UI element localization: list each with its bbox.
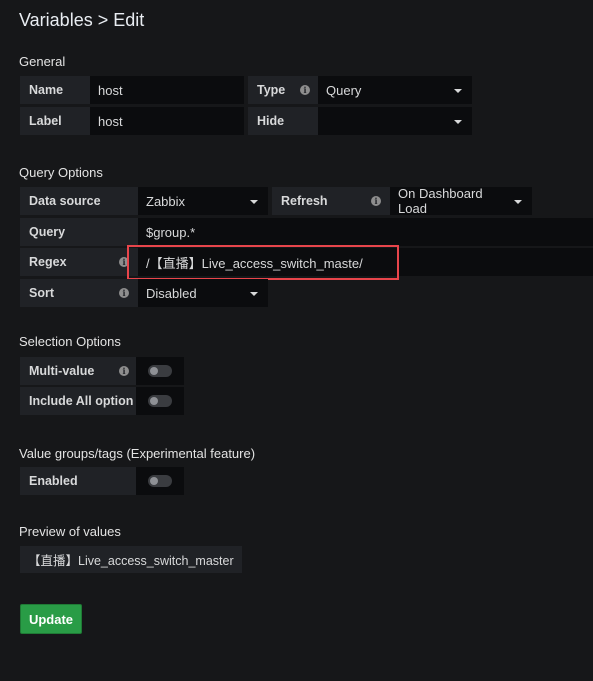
sort-label: Sort i (20, 279, 138, 307)
sort-label-text: Sort (29, 286, 54, 300)
enabled-toggle[interactable] (136, 467, 184, 495)
include-all-toggle[interactable] (136, 387, 184, 415)
section-heading-general: General (19, 54, 66, 69)
name-input[interactable]: host (90, 76, 244, 104)
section-heading-preview: Preview of values (19, 524, 121, 539)
datasource-select[interactable]: Zabbix (138, 187, 268, 215)
chevron-down-icon (250, 200, 258, 204)
multi-value-label-text: Multi-value (29, 364, 95, 378)
datasource-label: Data source (20, 187, 138, 215)
toggle-switch[interactable] (148, 365, 172, 377)
section-heading-selection-options: Selection Options (19, 334, 121, 349)
type-label-text: Type (257, 83, 286, 97)
refresh-label: Refresh i (272, 187, 390, 215)
toggle-switch[interactable] (148, 475, 172, 487)
hide-label: Hide (248, 107, 318, 135)
update-button[interactable]: Update (20, 604, 82, 634)
info-icon[interactable]: i (371, 196, 381, 206)
toggle-switch[interactable] (148, 395, 172, 407)
highlight-box (127, 245, 399, 280)
type-select[interactable]: Query (318, 76, 472, 104)
datasource-select-value: Zabbix (146, 193, 186, 209)
label-label: Label (20, 107, 90, 135)
query-label: Query (20, 218, 138, 246)
info-icon[interactable]: i (119, 288, 129, 298)
section-heading-query-options: Query Options (19, 165, 103, 180)
chevron-down-icon (514, 200, 522, 204)
regex-label-text: Regex (29, 255, 67, 269)
hide-select[interactable] (318, 107, 472, 135)
label-input[interactable]: host (90, 107, 244, 135)
name-label: Name (20, 76, 90, 104)
info-icon[interactable]: i (119, 366, 129, 376)
enabled-label: Enabled (20, 467, 136, 495)
refresh-select[interactable]: On Dashboard Load (390, 186, 532, 216)
section-heading-value-groups: Value groups/tags (Experimental feature) (19, 446, 256, 461)
chevron-down-icon (454, 89, 462, 93)
preview-value-chip: 【直播】Live_access_switch_master (20, 546, 242, 573)
include-all-label: Include All option (20, 387, 136, 415)
multi-value-toggle[interactable] (136, 357, 184, 385)
page-title: Variables > Edit (19, 10, 145, 30)
refresh-select-value: On Dashboard Load (398, 186, 483, 216)
sort-select-value: Disabled (146, 285, 197, 301)
multi-value-label: Multi-value i (20, 357, 136, 385)
chevron-down-icon (250, 292, 258, 296)
info-icon[interactable]: i (300, 85, 310, 95)
type-label: Type i (248, 76, 318, 104)
query-input[interactable]: $group.* (138, 218, 593, 246)
type-select-value: Query (326, 82, 362, 98)
regex-label: Regex i (20, 248, 138, 276)
chevron-down-icon (454, 120, 462, 124)
sort-select[interactable]: Disabled (138, 279, 268, 307)
refresh-label-text: Refresh (281, 194, 328, 208)
